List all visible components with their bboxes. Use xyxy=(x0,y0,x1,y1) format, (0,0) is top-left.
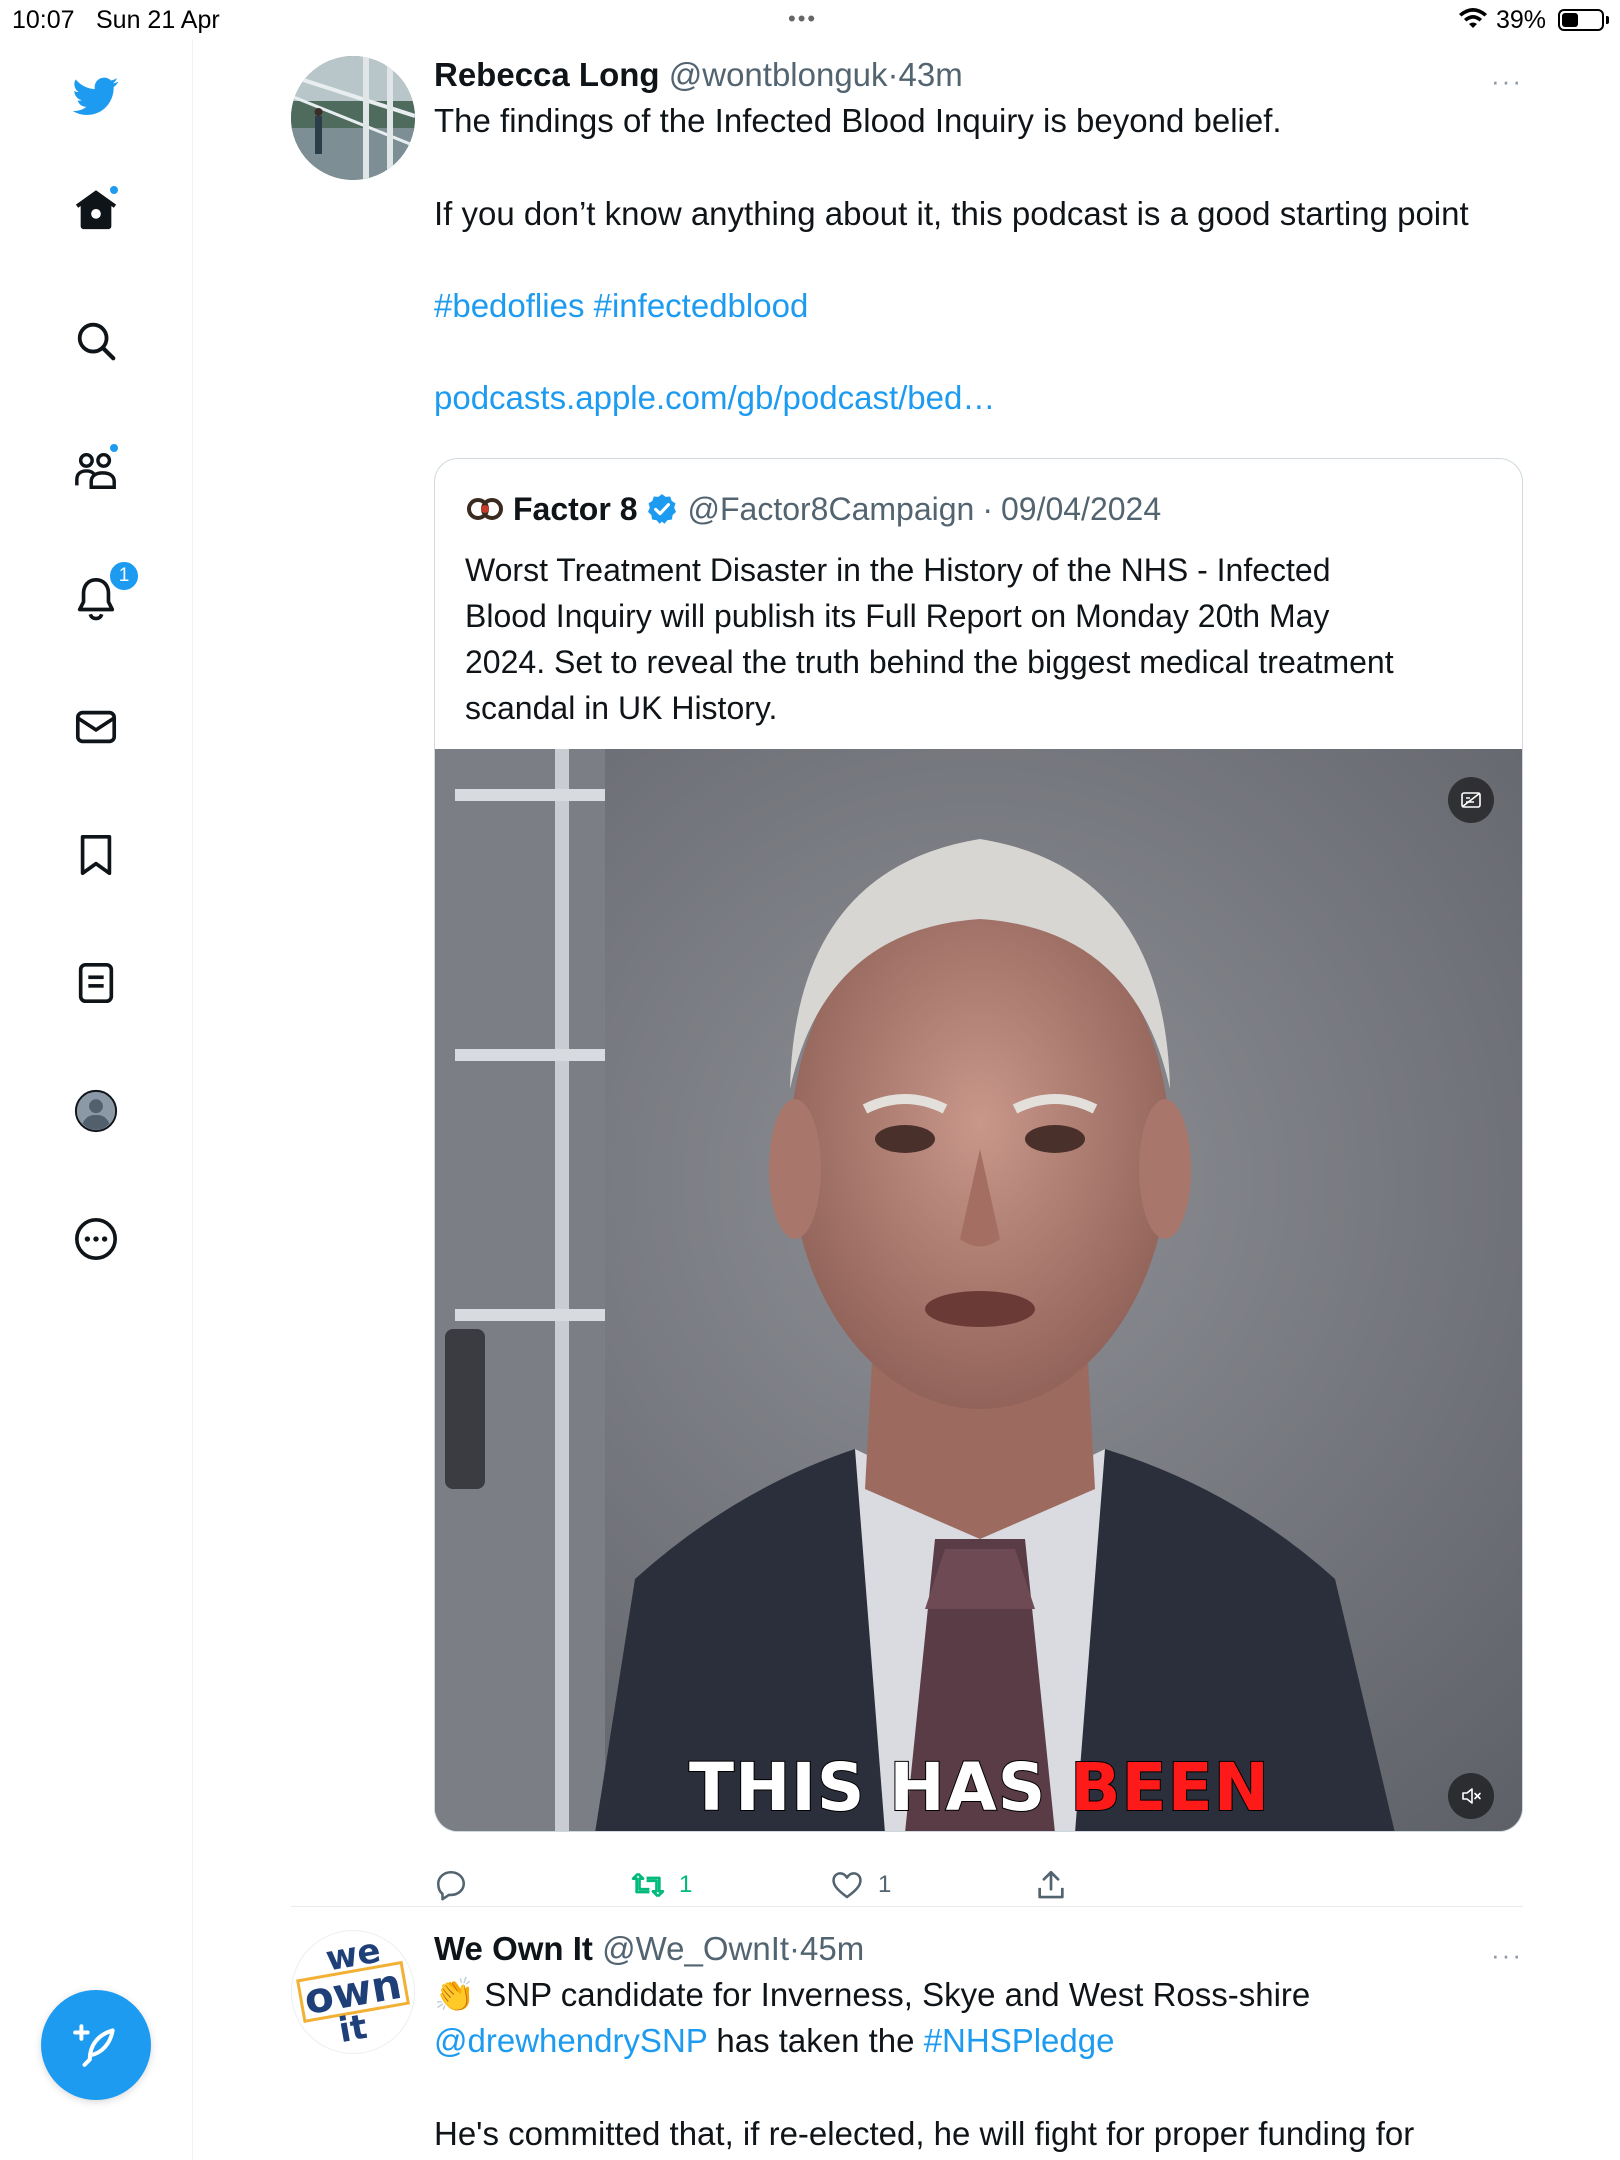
nav-profile[interactable] xyxy=(66,1081,126,1141)
author-handle[interactable]: @wontblonguk xyxy=(669,56,888,93)
avatar[interactable]: we own it xyxy=(291,1930,415,2054)
quoted-text-line: 2024. Set to reveal the truth behind the… xyxy=(465,644,1394,680)
battery-percent: 39% xyxy=(1496,6,1547,34)
twitter-logo-button[interactable] xyxy=(66,66,126,126)
author-name[interactable]: Rebecca Long xyxy=(434,56,660,93)
tweet-text: SNP candidate for Inverness, Skye and We… xyxy=(484,1976,1311,2013)
tweet-text-line: The findings of the Infected Blood Inqui… xyxy=(434,102,1282,139)
share-icon xyxy=(1038,1870,1064,1899)
notifications-badge: 1 xyxy=(108,560,140,592)
quoted-tweet-header: Factor 8 @Factor8Campaign · 09/04/2024 xyxy=(465,489,1161,529)
mention-link[interactable]: @drewhendrySNP xyxy=(434,2022,707,2059)
speaker-muted-icon xyxy=(1462,1788,1481,1804)
reply-icon xyxy=(436,1870,466,1901)
sensitive-media-icon xyxy=(1461,792,1481,808)
tweet-text-line: @drewhendrySNP has taken the #NHSPledge xyxy=(434,2018,1114,2064)
clap-emoji: 👏 xyxy=(434,1976,476,2013)
nav-lists[interactable] xyxy=(66,953,126,1013)
multitasking-dots[interactable]: ••• xyxy=(788,6,817,32)
hashtags[interactable]: #bedoflies #infectedblood xyxy=(434,283,808,329)
like-button[interactable]: 1 xyxy=(830,1868,891,1902)
profile-avatar-icon xyxy=(74,1089,118,1133)
separator: · xyxy=(887,56,899,93)
verified-badge-icon xyxy=(648,494,677,524)
tweet-text-line: If you don’t know anything about it, thi… xyxy=(434,195,1469,232)
search-icon xyxy=(77,322,116,361)
avatar-photo xyxy=(291,56,415,180)
retweet-button[interactable]: 1 xyxy=(631,1868,692,1902)
tweet-divider xyxy=(291,1906,1523,1907)
nav-more[interactable] xyxy=(66,1209,126,1269)
quoted-author-name[interactable]: Factor 8 xyxy=(513,491,637,528)
quoted-text-line: Worst Treatment Disaster in the History … xyxy=(465,552,1331,588)
author-handle[interactable]: @We_OwnIt xyxy=(602,1930,789,1967)
bird-icon xyxy=(73,77,119,115)
separator: · xyxy=(789,1930,801,1967)
home-unread-dot xyxy=(108,184,120,196)
retweet-count: 1 xyxy=(679,1871,693,1898)
separator: · xyxy=(982,490,993,527)
video-caption: THIS HAS BEEN xyxy=(435,1748,1522,1827)
more-options-icon[interactable]: ··· xyxy=(1491,66,1523,97)
nav-home[interactable] xyxy=(66,180,126,240)
avatar[interactable] xyxy=(291,56,415,180)
sidebar-nav: 1 xyxy=(0,40,193,2160)
tweet-text: has taken the xyxy=(716,2022,915,2059)
quoted-tweet-text: Worst Treatment Disaster in the History … xyxy=(465,547,1505,731)
nav-messages[interactable] xyxy=(66,697,126,757)
envelope-icon xyxy=(75,710,117,744)
share-button[interactable] xyxy=(1034,1868,1068,1902)
tweet[interactable]: we own it We Own It @We_OwnIt·45m ··· 👏 … xyxy=(291,1930,1523,2160)
status-date: Sun 21 Apr xyxy=(96,6,220,34)
heart-icon xyxy=(832,1872,862,1899)
more-circle-icon xyxy=(75,1218,117,1260)
nav-notifications[interactable]: 1 xyxy=(66,560,140,628)
hashtag-link[interactable]: #NHSPledge xyxy=(924,2022,1115,2059)
status-time: 10:07 xyxy=(12,6,75,34)
retweet-icon xyxy=(631,1872,665,1898)
podcast-link[interactable]: podcasts.apple.com/gb/podcast/bed… xyxy=(434,375,995,421)
quoted-text-line: scandal in UK History. xyxy=(465,690,778,726)
video-player[interactable]: THIS HAS BEEN xyxy=(435,749,1522,1831)
quoted-tweet[interactable]: Factor 8 @Factor8Campaign · 09/04/2024 Wor… xyxy=(434,458,1523,1832)
video-caption-white: THIS HAS xyxy=(688,1748,1047,1827)
tweet-header: We Own It @We_OwnIt·45m xyxy=(434,1930,864,1968)
tweet-text-line: He's committed that, if re-elected, he w… xyxy=(434,2115,1415,2152)
content-warning-button[interactable] xyxy=(1448,777,1494,823)
mute-button[interactable] xyxy=(1448,1773,1494,1819)
list-icon xyxy=(78,962,114,1004)
tweet-time[interactable]: 43m xyxy=(899,56,963,93)
tweet-header: Rebecca Long @wontblonguk·43m xyxy=(434,56,963,94)
status-bar: 10:07 Sun 21 Apr ••• 39% xyxy=(0,0,1620,40)
communities-unread-dot xyxy=(108,442,120,454)
nav-communities[interactable] xyxy=(66,440,126,500)
tweet-text-line: 👏 SNP candidate for Inverness, Skye and … xyxy=(434,1972,1310,2018)
video-caption-red: BEEN xyxy=(1069,1748,1270,1827)
wifi-icon xyxy=(1459,8,1487,28)
author-name[interactable]: We Own It xyxy=(434,1930,593,1967)
quoted-tweet-date[interactable]: 09/04/2024 xyxy=(1001,491,1161,528)
bookmark-icon xyxy=(80,834,112,876)
like-count: 1 xyxy=(878,1871,892,1898)
battery-icon xyxy=(1558,9,1609,31)
avatar-text: it xyxy=(335,2006,371,2052)
compose-tweet-button[interactable] xyxy=(41,1990,151,2100)
tweet[interactable]: Rebecca Long @wontblonguk·43m ··· The fi… xyxy=(291,56,1523,1901)
video-frame xyxy=(435,749,1522,1831)
quoted-author-handle[interactable]: @Factor8Campaign xyxy=(687,491,974,528)
reply-button[interactable] xyxy=(434,1868,482,1902)
nav-search[interactable] xyxy=(66,311,126,371)
factor8-avatar[interactable] xyxy=(465,489,505,529)
tweet-time[interactable]: 45m xyxy=(800,1930,864,1967)
quoted-text-line: Blood Inquiry will publish its Full Repo… xyxy=(465,598,1330,634)
compose-feather-icon xyxy=(73,2024,115,2067)
more-options-icon[interactable]: ··· xyxy=(1491,1940,1523,1971)
nav-bookmarks[interactable] xyxy=(66,825,126,885)
